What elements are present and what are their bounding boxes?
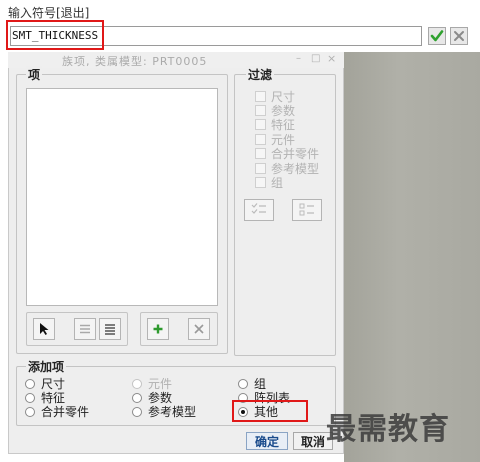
radio-reference-model[interactable]: 参考模型	[132, 403, 196, 420]
items-list[interactable]	[26, 88, 218, 306]
select-all-icon	[251, 203, 266, 214]
other-highlight-box	[232, 400, 308, 422]
radio-label: 参考模型	[148, 405, 197, 419]
list-icon	[80, 324, 90, 334]
input-highlight-box	[6, 20, 104, 50]
checkmark-icon	[430, 30, 444, 42]
radio-button	[132, 378, 142, 389]
checkbox[interactable]	[255, 105, 266, 116]
delete-icon	[194, 324, 204, 334]
radio-button[interactable]	[132, 392, 142, 403]
plus-icon	[153, 324, 163, 334]
checkbox[interactable]	[255, 177, 266, 188]
radio-merged-part[interactable]: 合并零件	[25, 403, 89, 420]
add-item-group-legend: 添加项	[26, 358, 67, 375]
remove-item-button[interactable]	[188, 318, 210, 340]
radio-button[interactable]	[25, 406, 35, 417]
pointer-icon	[40, 323, 49, 335]
radio-button[interactable]	[238, 378, 248, 389]
watermark: 最需教育	[326, 412, 450, 447]
filter-group-item[interactable]: 组	[255, 174, 283, 191]
reject-button[interactable]	[450, 27, 468, 45]
radio-button[interactable]	[25, 392, 35, 403]
radio-label: 合并零件	[41, 405, 90, 419]
radio-button[interactable]	[25, 378, 35, 389]
prompt-label: 输入符号[退出]	[8, 6, 90, 20]
minimize-button[interactable]: –	[296, 53, 301, 64]
checkbox[interactable]	[255, 91, 266, 102]
checkbox[interactable]	[255, 119, 266, 130]
x-icon	[454, 31, 464, 41]
detail-list-icon	[105, 324, 115, 335]
detail-list-button[interactable]	[99, 318, 121, 340]
filter-label: 组	[271, 176, 284, 190]
select-pointer-button[interactable]	[33, 318, 55, 340]
select-all-filters-button[interactable]	[244, 199, 274, 221]
dialog-title: 族项, 类属模型: PRT0005	[62, 55, 208, 68]
deselect-all-icon	[299, 203, 314, 216]
maximize-button[interactable]: □	[311, 53, 320, 64]
confirm-button[interactable]: 确定	[246, 432, 288, 450]
accept-button[interactable]	[428, 27, 446, 45]
close-button[interactable]: ×	[327, 52, 336, 65]
items-group-legend: 项	[26, 66, 43, 83]
add-item-button[interactable]	[147, 318, 169, 340]
checkbox[interactable]	[255, 148, 266, 159]
checkbox[interactable]	[255, 163, 266, 174]
radio-button[interactable]	[132, 406, 142, 417]
deselect-all-filters-button[interactable]	[292, 199, 322, 221]
graphics-area	[344, 52, 480, 462]
checkbox[interactable]	[255, 134, 266, 145]
filter-group-legend: 过滤	[246, 66, 275, 83]
list-view-button[interactable]	[74, 318, 96, 340]
